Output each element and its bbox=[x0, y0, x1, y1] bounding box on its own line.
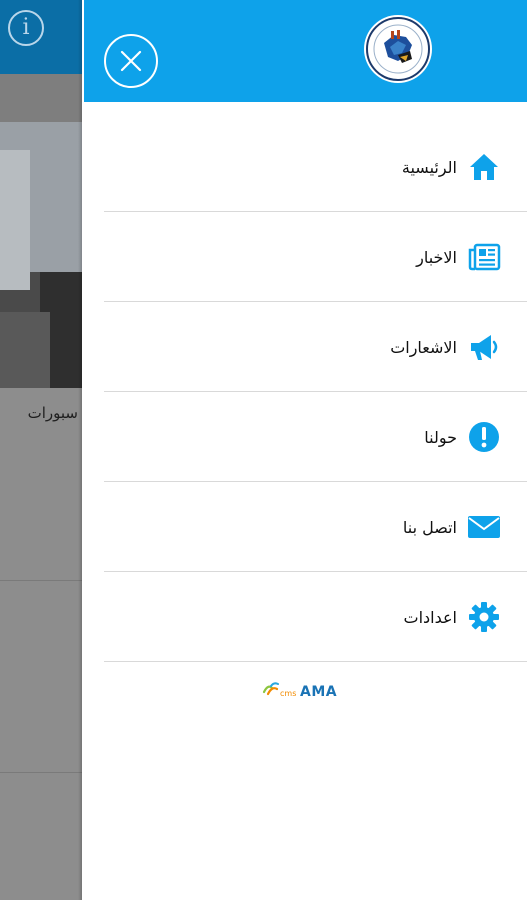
newspaper-icon bbox=[468, 243, 501, 271]
menu-item-notifications[interactable]: الاشعارات bbox=[104, 302, 527, 392]
menu-item-label: الاخبار bbox=[416, 248, 457, 267]
navigation-drawer: الرئيسية الاخبار الاشعارات حولنا اتصل بن… bbox=[84, 0, 527, 900]
envelope-icon bbox=[468, 516, 500, 538]
drawer-header bbox=[84, 0, 527, 102]
menu-item-label: اعدادات bbox=[403, 608, 457, 627]
info-icon[interactable]: i bbox=[8, 10, 44, 46]
brand-logo: cms AMA bbox=[262, 680, 352, 704]
close-icon bbox=[120, 50, 142, 72]
background-news-caption: سبورات bbox=[0, 388, 82, 438]
menu-item-home[interactable]: الرئيسية bbox=[104, 122, 527, 212]
home-icon bbox=[470, 154, 498, 180]
menu-item-settings[interactable]: اعدادات bbox=[104, 572, 527, 662]
background-header: i bbox=[0, 0, 82, 74]
background-news-image bbox=[0, 122, 82, 388]
menu-item-about[interactable]: حولنا bbox=[104, 392, 527, 482]
drawer-menu: الرئيسية الاخبار الاشعارات حولنا اتصل بن… bbox=[104, 122, 527, 662]
menu-item-label: اتصل بنا bbox=[402, 518, 457, 537]
menu-item-label: الاشعارات bbox=[390, 338, 457, 357]
menu-item-label: الرئيسية bbox=[401, 158, 457, 177]
menu-item-news[interactable]: الاخبار bbox=[104, 212, 527, 302]
divider bbox=[0, 580, 82, 581]
megaphone-icon bbox=[471, 335, 498, 360]
background-app: i سبورات bbox=[0, 0, 82, 900]
menu-item-label: حولنا bbox=[424, 428, 457, 447]
brand-name: AMA bbox=[300, 684, 338, 700]
gear-icon bbox=[469, 602, 499, 632]
brand-mark-icon bbox=[262, 682, 279, 696]
divider bbox=[0, 772, 82, 773]
close-button[interactable] bbox=[104, 34, 158, 88]
exclamation-icon bbox=[469, 422, 499, 452]
organization-logo bbox=[364, 15, 432, 83]
brand-prefix: cms bbox=[280, 689, 297, 698]
background-toolbar bbox=[0, 74, 82, 122]
drawer-shadow bbox=[78, 0, 82, 900]
menu-item-contact[interactable]: اتصل بنا bbox=[104, 482, 527, 572]
background-caption-text: سبورات bbox=[27, 404, 78, 422]
